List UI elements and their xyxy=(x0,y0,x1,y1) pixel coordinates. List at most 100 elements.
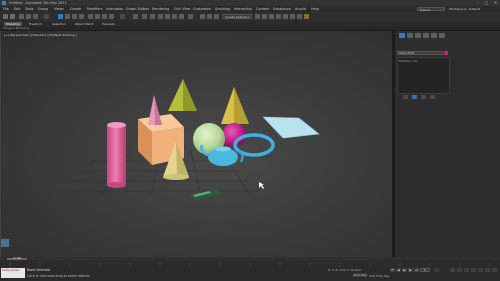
object-color-swatch[interactable] xyxy=(444,51,448,55)
mirror-icon[interactable] xyxy=(200,14,205,19)
create-selection-set-input[interactable]: Create Selection Se xyxy=(222,14,252,24)
spinner-snap-icon[interactable] xyxy=(179,14,184,19)
tab-populate[interactable]: Populate xyxy=(100,22,117,26)
material-editor-icon[interactable] xyxy=(283,14,288,19)
selection-filter-icon[interactable] xyxy=(44,14,49,19)
modifier-list-label: Modifier List xyxy=(399,59,418,63)
curve-editor-icon[interactable] xyxy=(269,14,274,19)
time-configuration-icon[interactable] xyxy=(434,268,439,272)
align-icon[interactable] xyxy=(207,14,212,19)
scene-canvas[interactable] xyxy=(1,31,392,257)
hierarchy-tab-icon[interactable] xyxy=(415,33,421,38)
tab-modeling[interactable]: Modeling xyxy=(4,21,22,26)
zoom-all-icon[interactable] xyxy=(457,268,462,272)
select-by-name-icon[interactable] xyxy=(65,14,70,19)
perspective-viewport[interactable]: [+] [Perspective ] [Standard ] [Default … xyxy=(1,31,392,257)
scale-icon[interactable] xyxy=(102,14,107,19)
schematic-view-icon[interactable] xyxy=(276,14,281,19)
menu-civil-view[interactable]: Civil View xyxy=(174,7,190,11)
pivot-center-icon[interactable] xyxy=(133,14,138,19)
modifier-stack[interactable]: Modifier List xyxy=(397,57,450,94)
maxscript-label: MAXScript Mini xyxy=(2,269,20,272)
render-production-icon[interactable] xyxy=(304,14,309,19)
window-crossing-icon[interactable] xyxy=(79,14,84,19)
track-bar[interactable] xyxy=(0,260,500,267)
create-tab-icon[interactable] xyxy=(399,33,405,38)
prev-key-icon[interactable]: ⏮ xyxy=(390,268,395,272)
menu-graph-editors[interactable]: Graph Editors xyxy=(126,7,149,11)
app-icon xyxy=(2,1,6,5)
show-end-result-icon[interactable] xyxy=(412,95,417,99)
ribbon-toggle-icon[interactable] xyxy=(262,14,267,19)
tab-object-paint[interactable]: Object Paint xyxy=(73,22,95,26)
reference-coordinate-icon[interactable] xyxy=(120,14,125,19)
zoom-icon[interactable] xyxy=(450,268,455,272)
workspaces-dropdown[interactable]: Workspaces: Default xyxy=(449,7,480,11)
menu-substance[interactable]: Substance xyxy=(273,7,291,11)
current-frame-field[interactable]: 0 xyxy=(420,268,430,272)
display-tab-icon[interactable] xyxy=(431,33,437,38)
placement-icon[interactable] xyxy=(109,14,114,19)
rectangular-selection-icon[interactable] xyxy=(72,14,77,19)
maxscript-listener[interactable]: MAXScript Mini xyxy=(1,268,25,278)
menu-file[interactable]: File xyxy=(3,7,9,11)
next-frame-icon[interactable]: ▶ xyxy=(408,268,413,272)
bind-space-warp-icon[interactable] xyxy=(33,14,38,19)
next-key-icon[interactable]: ⏭ xyxy=(414,268,419,272)
unlink-icon[interactable] xyxy=(26,14,31,19)
menu-scripting[interactable]: Scripting xyxy=(215,7,230,11)
toggle-scene-explorer-icon[interactable] xyxy=(214,14,219,19)
menu-animation[interactable]: Animation xyxy=(106,7,123,11)
menu-tools[interactable]: Tools xyxy=(25,7,33,11)
utilities-tab-icon[interactable] xyxy=(439,33,445,38)
menu-rendering[interactable]: Rendering xyxy=(152,7,169,11)
menu-help[interactable]: Help xyxy=(311,7,319,11)
select-and-manipulate-icon[interactable] xyxy=(142,14,147,19)
link-icon[interactable] xyxy=(19,14,24,19)
move-icon[interactable] xyxy=(88,14,93,19)
maximize-viewport-icon[interactable] xyxy=(492,268,497,272)
menu-group[interactable]: Group xyxy=(38,7,48,11)
field-of-view-icon[interactable] xyxy=(471,268,476,272)
sign-in-dropdown[interactable]: Sign In xyxy=(417,6,445,12)
menu-arnold[interactable]: Arnold xyxy=(295,7,306,11)
menu-modifiers[interactable]: Modifiers xyxy=(87,7,102,11)
edit-named-selection-icon[interactable] xyxy=(188,14,193,19)
menu-edit[interactable]: Edit xyxy=(14,7,21,11)
menu-customize[interactable]: Customize xyxy=(193,7,211,11)
auto-key-button[interactable]: Auto Key xyxy=(353,273,367,277)
pin-stack-icon[interactable] xyxy=(403,95,408,99)
play-icon[interactable]: ▶ xyxy=(402,268,407,272)
rotate-icon[interactable] xyxy=(95,14,100,19)
undo-icon[interactable] xyxy=(3,14,8,19)
redo-icon[interactable] xyxy=(10,14,15,19)
snaps-toggle-icon[interactable] xyxy=(158,14,163,19)
percent-snap-icon[interactable] xyxy=(172,14,177,19)
keyboard-shortcut-icon[interactable] xyxy=(150,14,155,19)
pan-icon[interactable] xyxy=(478,268,483,272)
make-unique-icon[interactable] xyxy=(421,95,426,99)
small-green-object xyxy=(189,189,223,200)
menu-content[interactable]: Content xyxy=(256,7,270,11)
remove-modifier-icon[interactable] xyxy=(430,95,435,99)
layer-explorer-icon[interactable] xyxy=(255,14,260,19)
zoom-extents-icon[interactable] xyxy=(464,268,469,272)
angle-snap-icon[interactable] xyxy=(165,14,170,19)
tab-selection[interactable]: Selection xyxy=(50,22,68,26)
object-name-field[interactable]: Teapot001 xyxy=(397,51,443,55)
rendered-frame-window-icon[interactable] xyxy=(297,14,302,19)
select-object-icon[interactable] xyxy=(58,14,63,19)
coordinate-readout[interactable]: X: Y: Z: Grid = 10.0cm xyxy=(328,268,361,272)
menu-create[interactable]: Create xyxy=(70,7,81,11)
menu-views[interactable]: Views xyxy=(54,7,64,11)
menu-interactive[interactable]: Interactive xyxy=(234,7,252,11)
orbit-icon[interactable] xyxy=(485,268,490,272)
mouse-cursor-icon xyxy=(259,182,264,189)
tab-freeform[interactable]: Freeform xyxy=(27,22,44,26)
render-setup-icon[interactable] xyxy=(290,14,295,19)
motion-tab-icon[interactable] xyxy=(423,33,429,38)
polygon-modeling-label: Polygon Modeling xyxy=(0,26,500,30)
prev-frame-icon[interactable]: ◀ xyxy=(396,268,401,272)
modify-tab-icon[interactable] xyxy=(407,33,413,38)
add-time-tag[interactable]: Add Time Tag xyxy=(369,274,389,278)
